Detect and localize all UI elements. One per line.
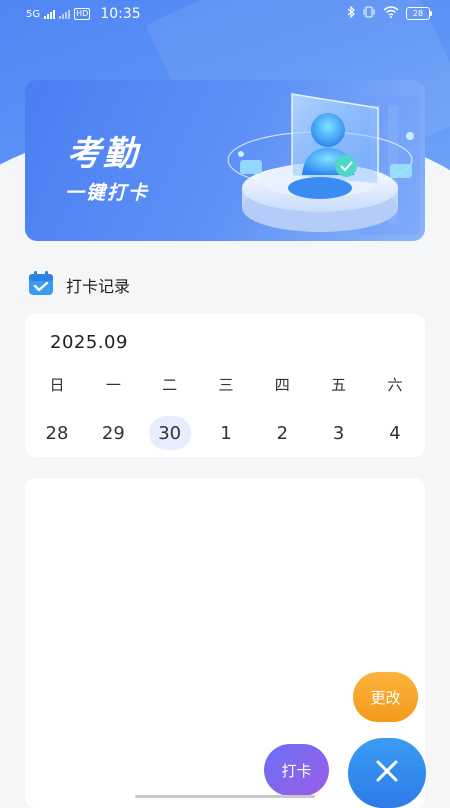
hd-badge: HD	[74, 8, 91, 20]
close-icon	[374, 758, 400, 788]
weekday-label: 三	[218, 375, 234, 394]
weekday-row: 日 一 二 三 四 五 六	[36, 372, 416, 396]
weekday-label: 日	[49, 375, 65, 394]
calendar-check-icon	[28, 270, 54, 300]
status-right: 28	[347, 5, 432, 21]
edit-button[interactable]: 更改	[353, 672, 418, 722]
home-indicator	[135, 795, 315, 798]
punch-button[interactable]: 打卡	[264, 744, 329, 796]
date-cell[interactable]: 2	[261, 416, 303, 450]
weekday-label: 四	[274, 375, 290, 394]
date-cell-selected[interactable]: 30	[148, 416, 191, 450]
battery-icon: 28	[406, 7, 432, 20]
date-cell[interactable]: 3	[318, 416, 360, 450]
network-type: 5G	[26, 8, 41, 20]
date-cell[interactable]: 28	[36, 416, 78, 450]
bluetooth-icon	[347, 5, 355, 21]
date-cell[interactable]: 4	[374, 416, 416, 450]
banner-subtitle: 一键打卡	[65, 182, 150, 204]
vibrate-icon	[362, 6, 376, 21]
date-cell[interactable]: 1	[205, 416, 247, 450]
status-bar: 5G HD 10:35 28	[0, 0, 450, 28]
weekday-label: 六	[387, 375, 403, 394]
signal-icon	[44, 9, 56, 19]
status-left: 5G HD 10:35	[26, 6, 141, 22]
attendance-banner[interactable]: 考勤 一键打卡	[25, 80, 425, 241]
signal-icon-secondary	[59, 9, 71, 19]
date-row: 28 29 30 1 2 3 4	[36, 416, 416, 450]
banner-title: 考勤	[67, 134, 139, 174]
close-button[interactable]	[348, 738, 426, 808]
section-title: 打卡记录	[66, 277, 131, 296]
banner-illustration	[210, 80, 425, 241]
weekday-label: 五	[331, 375, 347, 394]
calendar-card: 2025.09 日 一 二 三 四 五 六 28 29 30 1 2 3 4	[25, 314, 425, 457]
weekday-label: 二	[162, 375, 178, 394]
section-header: 打卡记录	[28, 270, 130, 300]
calendar-month[interactable]: 2025.09	[50, 332, 128, 353]
date-cell[interactable]: 29	[92, 416, 134, 450]
wifi-icon	[383, 6, 399, 21]
weekday-label: 一	[105, 375, 121, 394]
status-time: 10:35	[100, 6, 141, 22]
